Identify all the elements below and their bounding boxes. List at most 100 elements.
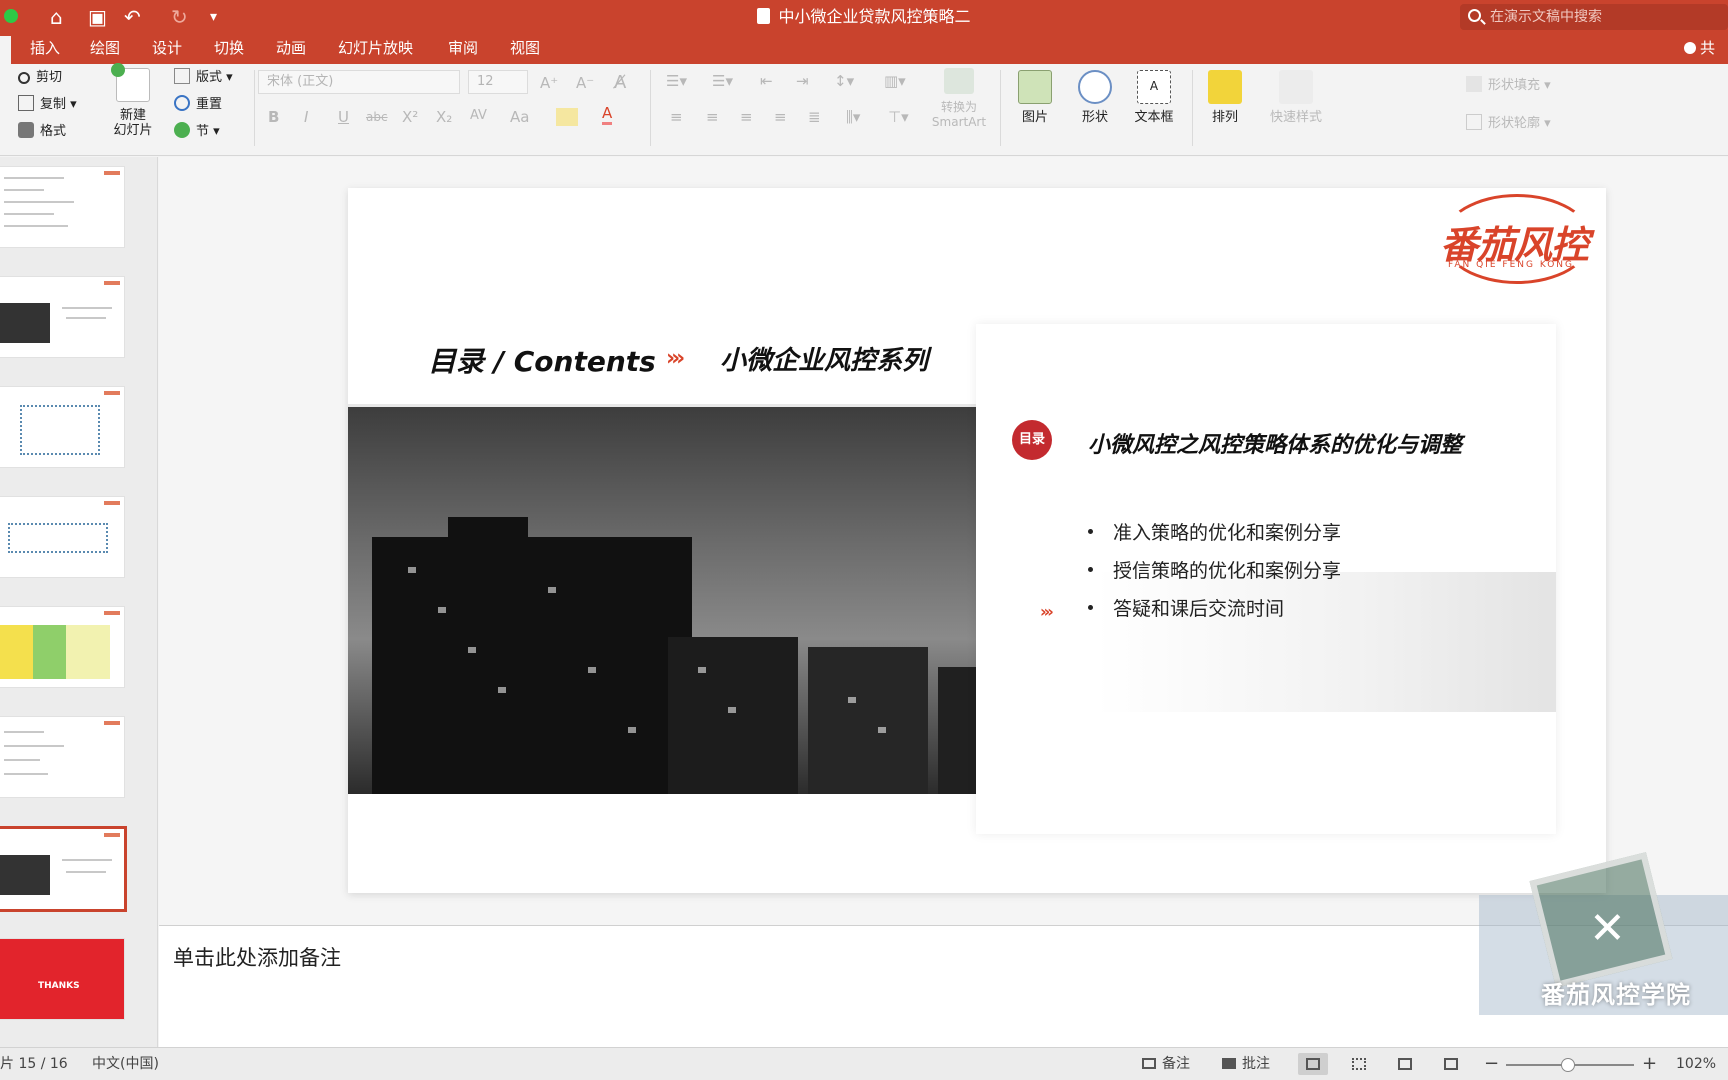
change-case-button[interactable]: Aa — [510, 108, 529, 126]
window-light — [548, 587, 556, 593]
textbox-button[interactable]: A 文本框 — [1126, 70, 1182, 125]
zoom-in-button[interactable]: + — [1642, 1048, 1657, 1080]
convert-smartart-label: 转换为 SmartArt — [931, 100, 987, 129]
ribbon-divider — [254, 70, 255, 146]
align-left-icon[interactable]: ≡ — [670, 108, 683, 126]
increase-font-icon[interactable]: A⁺ — [540, 74, 558, 92]
ribbon-divider — [650, 70, 651, 146]
slide[interactable]: 番茄风控 FAN QIE FENG KONG 目录 / Contents ›››… — [348, 188, 1606, 893]
quick-styles-label: 快速样式 — [1269, 110, 1322, 125]
bullets-icon[interactable]: ☰▾ — [666, 72, 687, 90]
tab-draw[interactable]: 绘图 — [90, 34, 120, 64]
bullet — [1088, 529, 1093, 534]
normal-view-button[interactable] — [1298, 1053, 1328, 1075]
underline-button[interactable]: U — [338, 108, 349, 126]
watermark-mark-icon: ✕ — [1589, 903, 1626, 954]
zoom-out-button[interactable]: − — [1484, 1048, 1499, 1080]
font-name-select[interactable]: 宋体 (正文) — [258, 70, 460, 94]
clear-format-icon[interactable]: A̸ — [614, 72, 626, 93]
reset-button[interactable]: 重置 — [174, 93, 222, 112]
window-light — [728, 707, 736, 713]
tab-design[interactable]: 设计 — [152, 34, 182, 64]
tab-slideshow[interactable]: 幻灯片放映 — [338, 34, 413, 64]
italic-button[interactable]: I — [304, 108, 308, 126]
text-line — [4, 177, 64, 179]
tab-home-active[interactable] — [0, 36, 11, 64]
slide-thumbnail[interactable] — [0, 717, 124, 797]
new-slide-button[interactable]: 新建 幻灯片 — [110, 63, 156, 138]
shape-fill-button[interactable]: 形状填充 ▾ — [1466, 74, 1551, 93]
shape-fill-label: 形状填充 — [1488, 78, 1541, 93]
slide-sorter-button[interactable] — [1344, 1053, 1374, 1075]
slide-thumbnail[interactable] — [0, 387, 124, 467]
tab-insert[interactable]: 插入 — [30, 34, 60, 64]
superscript-button[interactable]: X² — [402, 108, 418, 126]
slide-thumbnail[interactable] — [0, 497, 124, 577]
align-center-icon[interactable]: ≡ — [706, 108, 719, 126]
strikethrough-button[interactable]: abc — [366, 110, 388, 124]
bold-button[interactable]: B — [268, 108, 279, 126]
slide-thumbnail-current[interactable] — [0, 829, 124, 909]
copy-button[interactable]: 复制 ▾ — [18, 93, 77, 112]
search-input[interactable] — [1490, 7, 1720, 27]
slide-thumbnail[interactable] — [0, 277, 124, 357]
notes-placeholder[interactable]: 单击此处添加备注 — [173, 942, 341, 972]
search-box[interactable] — [1460, 4, 1728, 30]
align-right-icon[interactable]: ≡ — [740, 108, 753, 126]
notes-toggle-button[interactable]: 备注 — [1142, 1048, 1190, 1080]
font-size-select[interactable]: 12 — [468, 70, 528, 94]
cut-button[interactable]: 剪切 — [18, 66, 62, 85]
tab-review[interactable]: 审阅 — [448, 34, 478, 64]
comments-toggle-button[interactable]: 批注 — [1222, 1048, 1270, 1080]
decrease-indent-icon[interactable]: ⇤ — [760, 72, 773, 90]
heading-series: 小微企业风控系列 — [720, 346, 929, 376]
convert-smartart-button[interactable]: 转换为 SmartArt — [924, 68, 994, 130]
font-color-button[interactable]: A — [602, 104, 613, 125]
increase-indent-icon[interactable]: ⇥ — [796, 72, 809, 90]
text-direction-icon[interactable]: ⫼▾ — [846, 108, 860, 126]
text-line — [62, 307, 112, 309]
slideshow-button[interactable] — [1436, 1053, 1466, 1075]
format-painter-button[interactable]: 格式 — [18, 120, 66, 139]
justify-icon[interactable]: ≡ — [774, 108, 787, 126]
tab-transitions[interactable]: 切换 — [214, 34, 244, 64]
heading-contents: 目录 / Contents — [428, 345, 656, 378]
person-icon — [1684, 42, 1696, 54]
shape-outline-button[interactable]: 形状轮廓 ▾ — [1466, 112, 1551, 131]
character-spacing-button[interactable]: AV — [470, 108, 487, 123]
distribute-icon[interactable]: ≣ — [808, 108, 821, 126]
layout-button[interactable]: 版式 ▾ — [174, 66, 233, 85]
section-label: 节 — [196, 124, 210, 139]
watermark-text: 番茄风控学院 — [1541, 981, 1691, 1009]
shape-button[interactable]: 形状 — [1070, 70, 1120, 125]
reading-view-button[interactable] — [1390, 1053, 1420, 1075]
zoom-slider-handle[interactable] — [1561, 1058, 1575, 1072]
logo-subtitle: FAN QIE FENG KONG — [1448, 260, 1575, 270]
section-button[interactable]: 节 ▾ — [174, 120, 220, 139]
list-item-current: 答疑和课后交流时间 — [1088, 594, 1284, 621]
shape-label: 形状 — [1081, 110, 1108, 125]
reset-icon — [174, 95, 190, 111]
tab-view[interactable]: 视图 — [510, 34, 540, 64]
slide-thumbnail[interactable] — [0, 607, 124, 687]
window-light — [468, 647, 476, 653]
numbering-icon[interactable]: ☰▾ — [712, 72, 733, 90]
text-line — [4, 213, 54, 215]
align-text-icon[interactable]: ⊤▾ — [888, 108, 909, 126]
slide-thumbnail[interactable] — [0, 167, 124, 247]
subscript-button[interactable]: X₂ — [436, 108, 452, 126]
building — [448, 517, 528, 547]
arrange-button[interactable]: 排列 — [1200, 70, 1250, 125]
highlight-icon[interactable] — [556, 108, 578, 126]
slide-thumbnail[interactable]: THANKS — [0, 939, 124, 1019]
line-spacing-icon[interactable]: ↕▾ — [834, 72, 854, 90]
picture-button[interactable]: 图片 — [1010, 70, 1060, 125]
tab-animations[interactable]: 动画 — [276, 34, 306, 64]
language-indicator[interactable]: 中文(中国) — [92, 1048, 159, 1080]
decrease-font-icon[interactable]: A⁻ — [576, 74, 594, 92]
quick-styles-button[interactable]: 快速样式 — [1256, 70, 1336, 125]
copy-label: 复制 — [40, 97, 67, 112]
zoom-level[interactable]: 102% — [1676, 1048, 1716, 1080]
columns-icon[interactable]: ▥▾ — [884, 72, 906, 90]
share-button[interactable]: 共 — [1684, 34, 1715, 62]
